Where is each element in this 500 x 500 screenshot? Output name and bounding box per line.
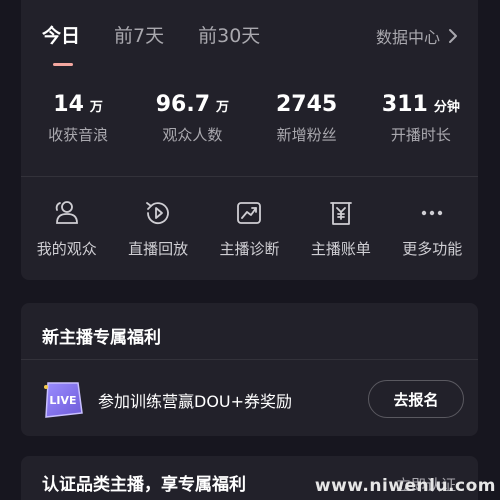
- data-center-link[interactable]: 数据中心: [376, 20, 458, 52]
- metric-label: 收获音浪: [48, 126, 109, 144]
- metric-label: 开播时长: [390, 126, 451, 144]
- tool-replay[interactable]: 直播回放: [112, 198, 203, 259]
- tool-label: 直播回放: [128, 240, 189, 258]
- tool-bill[interactable]: 主播账单: [295, 198, 386, 259]
- chevron-right-icon: [449, 29, 457, 43]
- promo-text: 参加训练营赢DOU+券奖励: [98, 392, 293, 411]
- metric-new-fans[interactable]: 2745 新增粉丝: [250, 90, 364, 145]
- tools-row: 我的观众 直播回放 主播诊断 主播账单 更多功能: [21, 198, 478, 259]
- tab-30-days[interactable]: 前30天: [198, 20, 260, 52]
- tab-7-days[interactable]: 前7天: [114, 20, 164, 52]
- metric-viewers[interactable]: 96.7 万 观众人数: [135, 90, 249, 145]
- tool-label: 更多功能: [402, 240, 463, 258]
- bill-icon: [329, 202, 352, 225]
- tool-my-audience[interactable]: 我的观众: [21, 198, 112, 259]
- tool-label: 主播诊断: [219, 240, 280, 258]
- metric-label: 新增粉丝: [276, 126, 337, 144]
- signup-button[interactable]: 去报名: [368, 380, 464, 418]
- metric-value: 96.7: [155, 92, 210, 117]
- watermark: www.niwenlu.com: [314, 476, 496, 496]
- promo-title: 新主播专属福利: [42, 328, 161, 348]
- metric-duration[interactable]: 311 分钟 开播时长: [364, 90, 478, 145]
- cert-title: 认证品类主播，享专属福利: [42, 475, 246, 495]
- diagnosis-icon: [237, 202, 262, 224]
- metric-value: 2745: [276, 92, 338, 117]
- metric-value: 311: [381, 92, 428, 117]
- divider: [21, 176, 478, 177]
- metric-label: 观众人数: [162, 126, 223, 144]
- tab-today[interactable]: 今日: [42, 20, 80, 52]
- stats-card: 今日 前7天 前30天 数据中心 14 万 收获音浪 96.7 万 观众人数 274…: [21, 0, 478, 280]
- active-tab-indicator: [53, 63, 73, 66]
- metric-value: 14: [53, 92, 84, 117]
- metric-unit: 万: [216, 100, 230, 115]
- tool-diagnosis[interactable]: 主播诊断: [204, 198, 295, 259]
- live-badge-icon: LIVE: [44, 382, 83, 418]
- audience-icon: [55, 201, 78, 224]
- metric-unit: 分钟: [433, 100, 460, 115]
- more-icon: [422, 210, 443, 216]
- replay-icon: [146, 202, 169, 225]
- time-range-tabs: 今日 前7天 前30天: [42, 20, 294, 52]
- tool-label: 我的观众: [36, 240, 97, 258]
- metrics-row: 14 万 收获音浪 96.7 万 观众人数 2745 新增粉丝 311 分钟 开播时长: [21, 90, 478, 145]
- divider: [21, 359, 478, 360]
- promo-card: 新主播专属福利 LIVE 参加训练营赢DOU+券奖励 去报名: [21, 303, 478, 436]
- metric-income[interactable]: 14 万 收获音浪: [21, 90, 135, 145]
- metric-unit: 万: [89, 100, 103, 115]
- data-center-label: 数据中心: [375, 28, 440, 47]
- tool-more[interactable]: 更多功能: [387, 198, 478, 259]
- live-badge-text: LIVE: [49, 394, 76, 407]
- tool-label: 主播账单: [310, 240, 371, 258]
